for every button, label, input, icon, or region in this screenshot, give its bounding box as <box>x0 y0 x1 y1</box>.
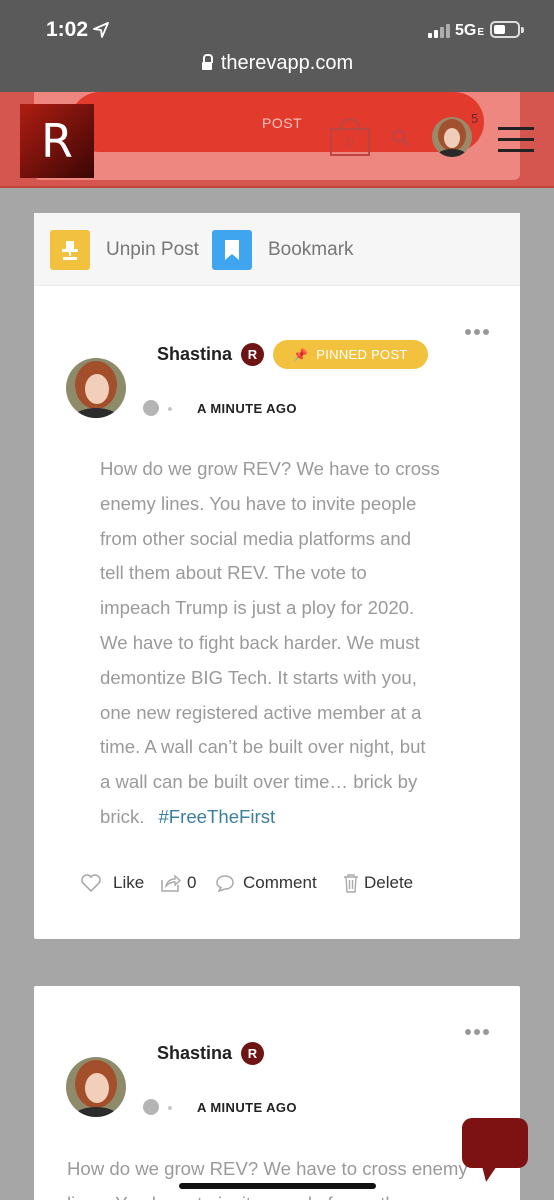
cart-count: 0 <box>346 135 354 150</box>
location-arrow-icon <box>93 22 109 38</box>
comment-button[interactable]: Comment <box>215 873 317 893</box>
bookmark-label: Bookmark <box>268 239 354 260</box>
author-avatar[interactable] <box>66 1057 126 1117</box>
site-logo[interactable]: R <box>20 104 94 178</box>
share-button[interactable]: 0 <box>160 873 196 893</box>
share-count: 0 <box>187 873 197 892</box>
post-button-label: POST <box>262 115 303 131</box>
rev-badge: R <box>241 343 264 366</box>
like-button[interactable]: Like <box>80 873 144 893</box>
pushpin-icon: 📌 <box>293 347 309 362</box>
unpin-post-button[interactable]: Unpin Post <box>50 230 199 270</box>
status-time: 1:02 <box>46 18 89 41</box>
delete-button[interactable]: Delete <box>343 873 413 893</box>
post-timestamp: A MINUTE AGO <box>197 401 297 416</box>
network-label: 5GE <box>455 22 485 39</box>
home-indicator[interactable] <box>179 1183 376 1189</box>
post-body: How do we grow REV? We have to cross ene… <box>100 458 440 827</box>
lock-icon <box>201 54 213 70</box>
comment-icon <box>216 875 234 892</box>
trash-icon <box>344 874 358 893</box>
battery-icon <box>490 21 524 38</box>
post-action-bar: Unpin Post Bookmark <box>34 213 520 286</box>
post-card: Shastina R A MINUTE AGO How do we grow R… <box>34 986 520 1200</box>
status-bar: 1:02 5GE therevapp.com <box>0 0 554 92</box>
hamburger-menu-icon[interactable] <box>498 127 534 153</box>
unpin-post-label: Unpin Post <box>106 239 199 260</box>
pinned-post-badge: 📌 PINNED POST <box>273 340 428 369</box>
more-options-icon[interactable] <box>465 329 489 335</box>
heart-icon <box>81 874 101 893</box>
chat-bubble-icon[interactable] <box>462 1118 528 1168</box>
share-icon <box>161 874 182 892</box>
hashtag-link[interactable]: #FreeTheFirst <box>158 806 275 827</box>
search-icon[interactable] <box>392 129 410 147</box>
more-options-icon[interactable] <box>465 1029 489 1035</box>
post-card: Unpin Post Bookmark Shastina R 📌 PINNED P… <box>34 213 520 939</box>
bookmark-icon <box>212 230 252 270</box>
notification-count: 5 <box>471 111 479 126</box>
post-timestamp: A MINUTE AGO <box>197 1100 297 1115</box>
bookmark-button[interactable]: Bookmark <box>212 230 354 270</box>
user-avatar[interactable] <box>432 117 472 157</box>
author-name[interactable]: Shastina <box>157 344 232 365</box>
address-bar[interactable]: therevapp.com <box>0 52 554 75</box>
author-avatar[interactable] <box>66 358 126 418</box>
url-text: therevapp.com <box>220 52 354 74</box>
globe-icon <box>143 400 159 416</box>
rev-badge: R <box>241 1042 264 1065</box>
post-body: How do we grow REV? We have to cross ene… <box>67 1158 468 1200</box>
author-name[interactable]: Shastina <box>157 1043 232 1064</box>
cart-icon[interactable]: 0 <box>330 118 372 156</box>
globe-icon <box>143 1099 159 1115</box>
signal-strength-icon <box>428 24 450 38</box>
pin-icon <box>50 230 90 270</box>
post-footer: Like 0 Comment Delete <box>34 873 520 903</box>
